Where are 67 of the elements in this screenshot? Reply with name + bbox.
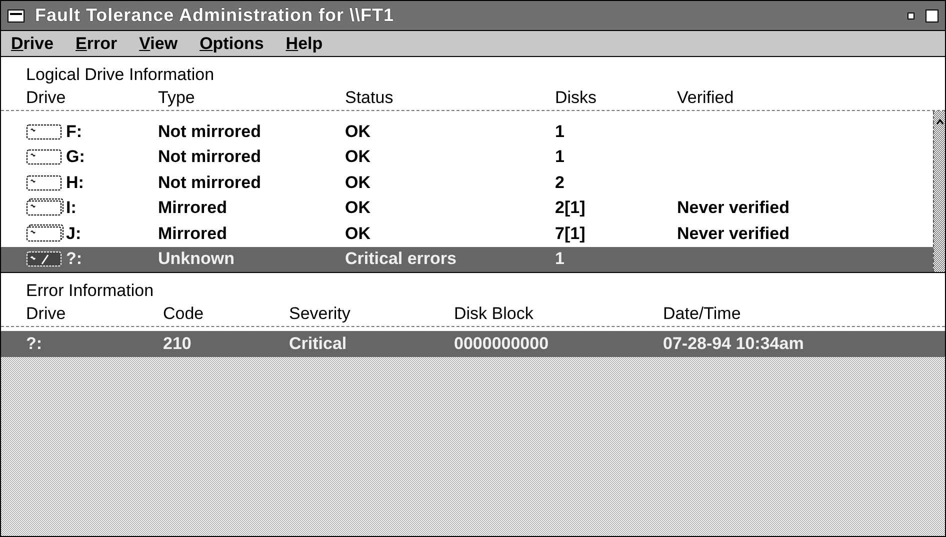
broken-drive-icon [26, 249, 64, 270]
system-menu-icon[interactable] [7, 8, 25, 22]
table-cell-text: OK [345, 198, 372, 218]
column-header: Disks [555, 88, 598, 108]
table-cell-text: Mirrored [158, 198, 228, 218]
table-cell-text: OK [345, 122, 372, 142]
window-title: Fault Tolerance Administration for \\FT1 [35, 5, 396, 26]
drive-letter: F: [66, 122, 84, 142]
menu-item[interactable]: Error [76, 34, 118, 54]
table-cell-text: OK [345, 172, 372, 193]
drive-letter: ?: [66, 249, 84, 270]
column-header: Date/Time [663, 304, 742, 324]
drive-icon [26, 122, 64, 142]
column-header: Drive [26, 88, 67, 108]
column-header: Status [345, 88, 394, 108]
table-cell-text: Critical errors [345, 249, 458, 270]
menu-item[interactable]: Drive [11, 34, 54, 54]
section-title: Error Information [25, 280, 155, 301]
maximize-icon[interactable] [925, 8, 939, 22]
table-cell-text: Not mirrored [158, 122, 262, 142]
column-header: Code [163, 304, 205, 324]
drive-icon [26, 147, 64, 168]
table-cell-text: Mirrored [158, 224, 228, 244]
drive-row[interactable]: I: Mirrored OK 2[1] Never verified [1, 196, 933, 221]
table-cell-text: 2[1] [555, 198, 586, 218]
drive-letter: G: [66, 147, 86, 168]
scroll-bar[interactable] [933, 111, 945, 272]
table-cell-text: ?: [26, 334, 44, 354]
table-cell-text: 1 [555, 249, 566, 270]
column-header: Severity [289, 304, 352, 324]
menu-item[interactable]: Options [200, 34, 264, 54]
column-header: Disk Block [454, 304, 534, 324]
table-cell-text: 210 [163, 334, 192, 354]
table-cell-text: OK [345, 224, 372, 244]
drive-row[interactable]: G: Not mirrored OK 1 [1, 144, 933, 170]
drive-row[interactable]: ?: Unknown Critical errors 1 [1, 246, 933, 272]
drive-row[interactable]: H: Not mirrored OK 2 [1, 170, 933, 196]
section-title: Logical Drive Information [25, 64, 216, 85]
error-row[interactable]: ?: 210 Critical 0000000000 07-28-94 10:34am [1, 331, 945, 356]
drive-letter: H: [66, 172, 85, 193]
column-header: Verified [677, 88, 735, 108]
table-cell-text: Not mirrored [158, 147, 262, 168]
drive-icon [26, 172, 64, 193]
table-cell-text: OK [345, 147, 372, 168]
table-cell-text: 1 [555, 122, 566, 142]
table-cell-text: Unknown [158, 249, 236, 270]
table-cell-text: 2 [555, 172, 566, 193]
table-cell-text: 07-28-94 10:34am [663, 334, 805, 354]
table-cell-text: Not mirrored [158, 172, 262, 193]
table-cell-text: 0000000000 [454, 334, 550, 354]
menu-item[interactable]: Help [286, 34, 323, 54]
drive-row[interactable]: J: Mirrored OK 7[1] Never verified [1, 221, 933, 246]
table-cell-text: 1 [555, 147, 566, 168]
column-header: Drive [26, 304, 67, 324]
drive-letter: J: [66, 224, 82, 244]
column-header: Type [158, 88, 196, 108]
mirrored-drive-icon [26, 198, 64, 218]
table-cell-text: Never verified [677, 224, 790, 244]
table-cell-text: Critical [289, 334, 348, 354]
drive-letter: I: [66, 198, 78, 218]
minimize-icon[interactable] [907, 12, 915, 20]
scroll-up-icon[interactable] [936, 119, 944, 125]
drive-row[interactable]: F: Not mirrored OK 1 [1, 119, 933, 144]
mirrored-drive-icon [26, 224, 64, 244]
table-cell-text: 7[1] [555, 224, 586, 244]
table-cell-text: Never verified [677, 198, 790, 218]
menu-item[interactable]: View [139, 34, 178, 54]
